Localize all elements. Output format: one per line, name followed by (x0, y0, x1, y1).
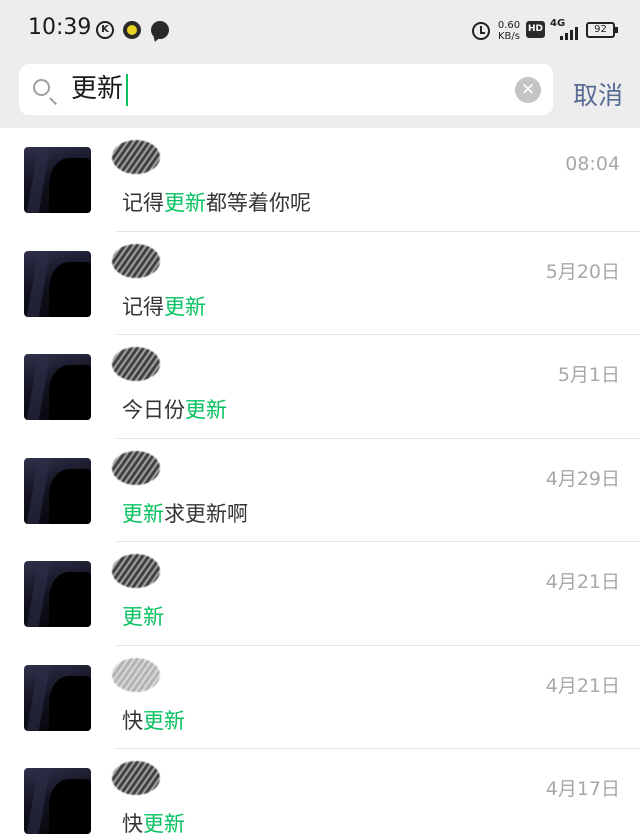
search-input[interactable]: 更新 (71, 74, 123, 105)
message-time: 4月21日 (545, 571, 620, 593)
avatar (24, 147, 91, 213)
result-row[interactable]: 4月21日 快更新 (0, 645, 640, 749)
message-text-before: 今日份 (122, 398, 185, 422)
top-bar: 10:39 K 0.60 KB/s HD 4G 92 更新 ✕ 取消 (0, 0, 640, 128)
message-text-before: 快 (122, 708, 143, 733)
highlighted-keyword: 更新 (122, 501, 164, 526)
message-notification-icon (151, 21, 169, 39)
avatar (24, 768, 91, 834)
message-time: 5月20日 (545, 260, 620, 283)
redacted-name-scribble (112, 761, 160, 795)
message-time: 4月17日 (545, 778, 620, 800)
message-time: 08:04 (565, 153, 620, 175)
message-text-after: 求更新啊 (164, 501, 248, 526)
alarm-icon (472, 22, 490, 40)
network-speed-unit: KB/s (498, 31, 520, 42)
redacted-name-scribble (112, 243, 160, 278)
search-box[interactable]: 更新 ✕ (19, 64, 553, 115)
avatar (24, 250, 91, 317)
avatar (24, 354, 91, 420)
result-row[interactable]: 4月21日 更新 (0, 542, 640, 646)
search-results-list: 08:04 记得更新都等着你呢 5月20日 记得更新 5月1日 今日份更新 4月… (0, 128, 640, 837)
highlighted-keyword: 更新 (143, 812, 185, 836)
message-time: 4月21日 (545, 674, 620, 697)
avatar (24, 457, 91, 524)
text-cursor (126, 74, 128, 106)
message-text-before: 记得 (122, 191, 164, 215)
highlighted-keyword: 更新 (143, 708, 185, 733)
message-preview: 今日份更新 (122, 394, 227, 424)
message-time: 4月29日 (545, 467, 620, 490)
message-preview: 记得更新都等着你呢 (122, 187, 311, 217)
highlighted-keyword: 更新 (164, 191, 206, 215)
message-text-before: 快 (122, 812, 143, 836)
highlighted-keyword: 更新 (164, 294, 206, 319)
highlighted-keyword: 更新 (122, 605, 164, 629)
message-text-after: 都等着你呢 (206, 191, 311, 215)
notification-app-icon (123, 21, 141, 39)
avatar (24, 561, 91, 627)
message-preview: 快更新 (122, 808, 185, 837)
status-time: 10:39 (28, 15, 92, 40)
k-app-icon: K (96, 21, 114, 39)
battery-icon: 92 (586, 22, 618, 38)
network-speed-value: 0.60 (497, 20, 521, 31)
redacted-name-scribble (112, 450, 160, 485)
highlighted-keyword: 更新 (185, 398, 227, 422)
redacted-name-scribble (112, 554, 160, 588)
search-icon (33, 79, 50, 96)
message-preview: 快更新 (122, 705, 185, 735)
clear-search-icon[interactable]: ✕ (515, 77, 541, 103)
result-row[interactable]: 08:04 记得更新都等着你呢 (0, 128, 640, 232)
cancel-button[interactable]: 取消 (573, 76, 623, 112)
message-preview: 记得更新 (122, 291, 206, 321)
redacted-name-scribble (112, 347, 160, 381)
message-preview: 更新求更新啊 (122, 498, 248, 528)
network-speed: 0.60 KB/s (496, 20, 522, 42)
message-time: 5月1日 (557, 364, 620, 386)
result-row[interactable]: 4月29日 更新求更新啊 (0, 438, 640, 542)
result-row[interactable]: 4月17日 快更新 (0, 749, 640, 837)
signal-strength-icon (556, 24, 580, 40)
wechat-search-screen: 10:39 K 0.60 KB/s HD 4G 92 更新 ✕ 取消 08:04… (0, 0, 640, 837)
avatar (24, 664, 91, 731)
result-row[interactable]: 5月1日 今日份更新 (0, 335, 640, 439)
redacted-name-scribble (112, 657, 160, 692)
message-text-before: 记得 (122, 294, 164, 319)
hd-volte-icon: HD (526, 21, 545, 38)
redacted-name-scribble (112, 140, 160, 174)
message-preview: 更新 (122, 601, 164, 631)
result-row[interactable]: 5月20日 记得更新 (0, 231, 640, 335)
